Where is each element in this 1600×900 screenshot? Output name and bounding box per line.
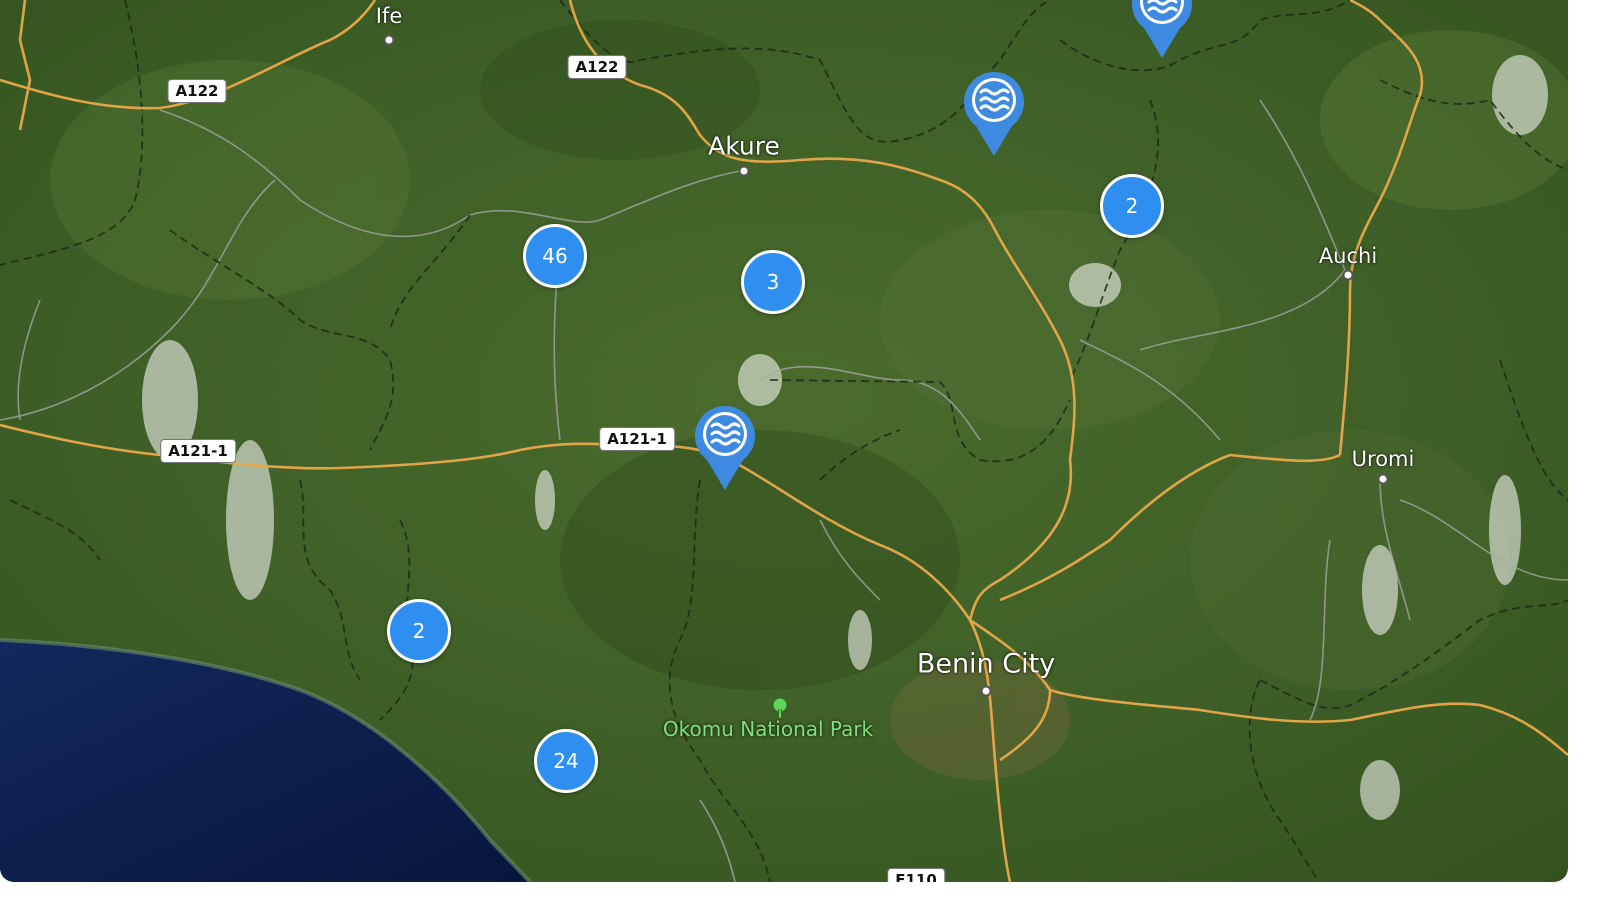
- benin-city-town-dot: [980, 685, 992, 697]
- satellite-map[interactable]: Ife Akure Auchi Uromi Benin City Okomu N…: [0, 0, 1568, 882]
- marker-cluster-3[interactable]: 3: [741, 250, 805, 314]
- uromi-town-dot: [1377, 473, 1389, 485]
- water-pin-northeast[interactable]: [1130, 0, 1194, 60]
- place-label-ife: Ife: [375, 4, 403, 28]
- marker-cluster-46[interactable]: 46: [523, 224, 587, 288]
- marker-cluster-2-south[interactable]: 2: [387, 599, 451, 663]
- place-label-akure: Akure: [708, 131, 780, 161]
- road-shield-a122-north: A122: [567, 55, 627, 79]
- place-label-uromi: Uromi: [1351, 447, 1415, 471]
- marker-cluster-24[interactable]: 24: [534, 729, 598, 793]
- marker-cluster-2-east[interactable]: 2: [1100, 174, 1164, 238]
- ife-town-dot: [383, 34, 395, 46]
- road-shield-a122-west: A122: [167, 79, 227, 103]
- auchi-town-dot: [1342, 269, 1354, 281]
- road-shield-a121-west: A121-1: [160, 439, 236, 463]
- akure-town-dot: [738, 165, 750, 177]
- water-waves-icon: [695, 406, 755, 490]
- water-pin-north[interactable]: [962, 70, 1026, 158]
- place-label-benin-city: Benin City: [916, 648, 1056, 680]
- water-pin-center[interactable]: [693, 404, 757, 492]
- water-waves-icon: [964, 72, 1024, 156]
- road-shield-e110: E110: [887, 868, 945, 882]
- road-shield-a121-center: A121-1: [599, 427, 675, 451]
- park-label-okomu: Okomu National Park: [662, 717, 874, 741]
- water-waves-icon: [1132, 0, 1192, 58]
- place-label-auchi: Auchi: [1318, 244, 1378, 268]
